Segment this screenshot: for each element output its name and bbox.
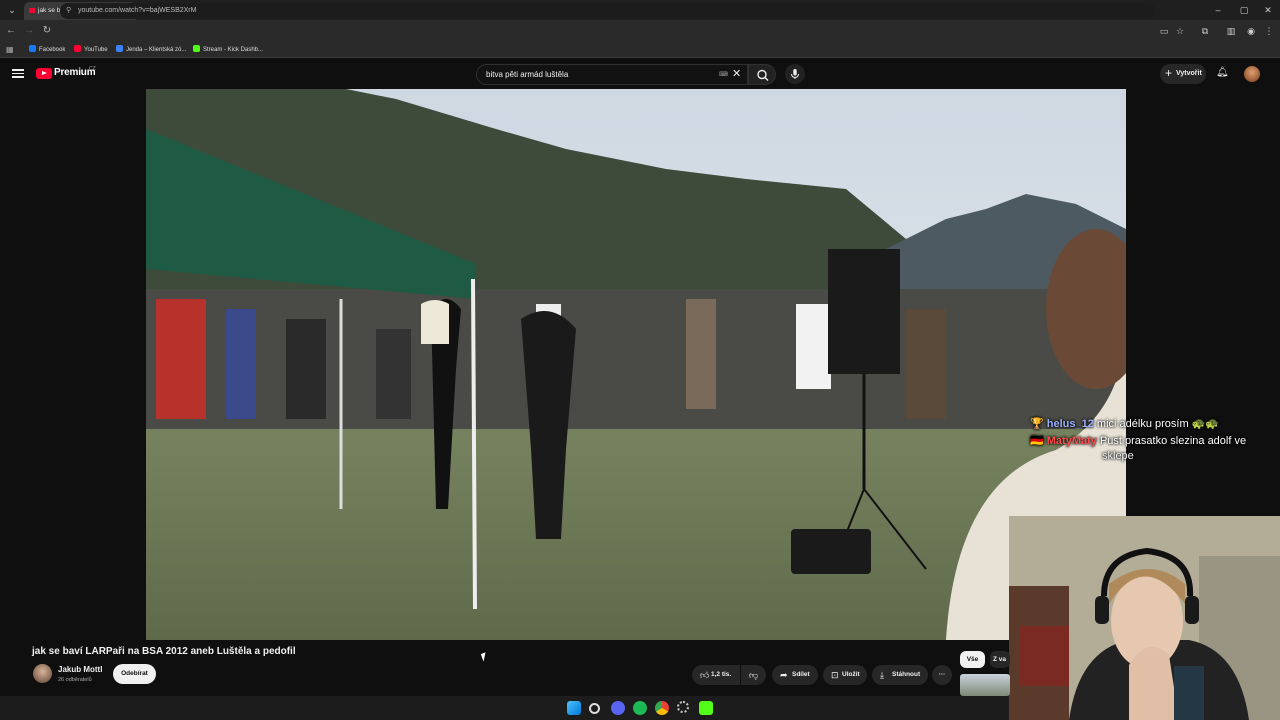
download-button[interactable]: ⤓ Stáhnout: [872, 665, 928, 685]
forward-icon[interactable]: →: [22, 24, 36, 38]
save-button[interactable]: ⊡ Uložit: [823, 665, 867, 685]
apps-grid-icon[interactable]: ▦: [6, 42, 14, 58]
chat-text: mici adélku prosím 🐢🐢: [1096, 418, 1220, 430]
channel-avatar[interactable]: [33, 664, 52, 683]
chat-message: 🇩🇪 MatyMaty Pust prasatko slezina adolf …: [1030, 434, 1246, 449]
bookmark-kick[interactable]: Stream - Kick Dashb...: [193, 42, 263, 58]
windows-taskbar: [0, 696, 1009, 720]
clear-search-icon[interactable]: ✕: [732, 67, 741, 80]
chat-text-continued: sklepe: [1102, 450, 1134, 462]
profile-icon[interactable]: ▥: [1224, 24, 1238, 38]
subscriber-count: 26 odběratelů: [58, 677, 92, 683]
account-icon[interactable]: ◉: [1244, 24, 1258, 38]
search-button[interactable]: [748, 64, 776, 85]
youtube-favicon-icon: [29, 8, 35, 13]
recommended-video-thumbnail[interactable]: [960, 674, 1010, 696]
trophy-badge-icon: 🏆: [1030, 418, 1044, 430]
voice-search-button[interactable]: [785, 64, 805, 84]
bookmark-jenda[interactable]: Jenda – Klientská zó...: [116, 42, 186, 58]
thumbs-down-icon: 👎︎: [749, 670, 759, 680]
chip-all[interactable]: Vše: [960, 651, 985, 668]
mouse-cursor-icon: [480, 652, 489, 662]
keyboard-icon[interactable]: ⌨: [719, 71, 728, 78]
webcam-scene: [1009, 516, 1280, 720]
country-code: CZ: [89, 66, 96, 72]
bookmarks-bar: ▦ Facebook YouTube Jenda – Klientská zó.…: [0, 42, 1280, 58]
kick-app-icon[interactable]: [699, 701, 713, 715]
maximize-button[interactable]: ▢: [1236, 3, 1252, 17]
download-label: Stáhnout: [892, 671, 921, 678]
spotify-icon[interactable]: [633, 701, 647, 715]
share-icon: ➦: [780, 670, 788, 680]
hamburger-menu-icon[interactable]: [12, 67, 24, 79]
kick-icon: [193, 45, 200, 52]
video-player[interactable]: [146, 89, 1126, 640]
facebook-icon: [29, 45, 36, 52]
chat-username: MatyMaty: [1046, 435, 1097, 447]
url-field[interactable]: ⚲ youtube.com/watch?v=bajWESB2XrM: [60, 3, 1155, 19]
thumbs-up-icon: 👍︎: [700, 670, 710, 680]
close-window-button[interactable]: ✕: [1260, 3, 1276, 17]
search-icon: [757, 69, 769, 81]
save-playlist-icon: ⊡: [831, 670, 839, 680]
menu-dots-icon[interactable]: ⋮: [1262, 24, 1276, 38]
bookmark-star-icon[interactable]: ☆: [1173, 24, 1187, 38]
like-button[interactable]: 👍︎ 1,2 tis.: [692, 665, 740, 685]
chat-text: Pust prasatko slezina adolf ve: [1099, 435, 1247, 447]
channel-name[interactable]: Jakub Mottl: [58, 665, 102, 674]
youtube-icon: [74, 45, 81, 52]
url-text: youtube.com/watch?v=bajWESB2XrM: [78, 7, 197, 14]
user-avatar[interactable]: [1244, 66, 1260, 82]
youtube-logo-icon[interactable]: [36, 68, 52, 79]
create-button[interactable]: Vytvořit: [1160, 64, 1206, 84]
download-icon: ⤓: [880, 670, 884, 680]
more-actions-button[interactable]: ···: [932, 665, 952, 685]
tab-search-icon[interactable]: ⌄: [4, 3, 20, 17]
taskbar-search-icon[interactable]: [589, 703, 600, 714]
windows-start-icon[interactable]: [567, 701, 581, 715]
webcam-overlay: [1009, 516, 1280, 720]
flag-badge-icon: 🇩🇪: [1030, 435, 1044, 447]
reload-icon[interactable]: ↻: [40, 24, 54, 38]
chrome-icon[interactable]: [655, 701, 669, 715]
minimize-button[interactable]: –: [1210, 3, 1226, 17]
search-input[interactable]: bitva pěti armád luštěla: [476, 64, 748, 85]
video-frame-scene: [146, 89, 1126, 640]
address-toolbar: [0, 20, 1280, 42]
chat-username: helus_12: [1046, 418, 1094, 430]
subscribe-button[interactable]: Odebírat: [113, 664, 156, 684]
share-label: Sdílet: [792, 671, 810, 678]
bookmark-facebook[interactable]: Facebook: [29, 42, 65, 58]
youtube-header: Premium CZ bitva pěti armád luštěla ⌨ ✕ …: [0, 59, 1280, 89]
chat-message: 🏆 helus_12 mici adélku prosím 🐢🐢: [1030, 417, 1219, 432]
like-count: 1,2 tis.: [711, 671, 732, 678]
back-icon[interactable]: ←: [4, 24, 18, 38]
site-info-icon[interactable]: ⚲: [66, 3, 71, 19]
save-label: Uložit: [842, 671, 860, 678]
cast-icon[interactable]: ▭: [1157, 24, 1171, 38]
discord-icon[interactable]: [611, 701, 625, 715]
share-button[interactable]: ➦ Sdílet: [772, 665, 818, 685]
chip-from-channel[interactable]: Z va: [990, 651, 1010, 668]
notifications-bell-icon[interactable]: 🔔︎: [1216, 67, 1229, 78]
microphone-icon: [791, 69, 799, 79]
video-title: jak se baví LARPaři na BSA 2012 aneb Luš…: [32, 646, 296, 657]
settings-gear-icon[interactable]: [677, 701, 689, 713]
bookmark-youtube[interactable]: YouTube: [74, 42, 108, 58]
client-zone-icon: [116, 45, 123, 52]
extensions-icon[interactable]: ⧉: [1198, 24, 1212, 38]
dislike-button[interactable]: 👎︎: [741, 665, 766, 685]
